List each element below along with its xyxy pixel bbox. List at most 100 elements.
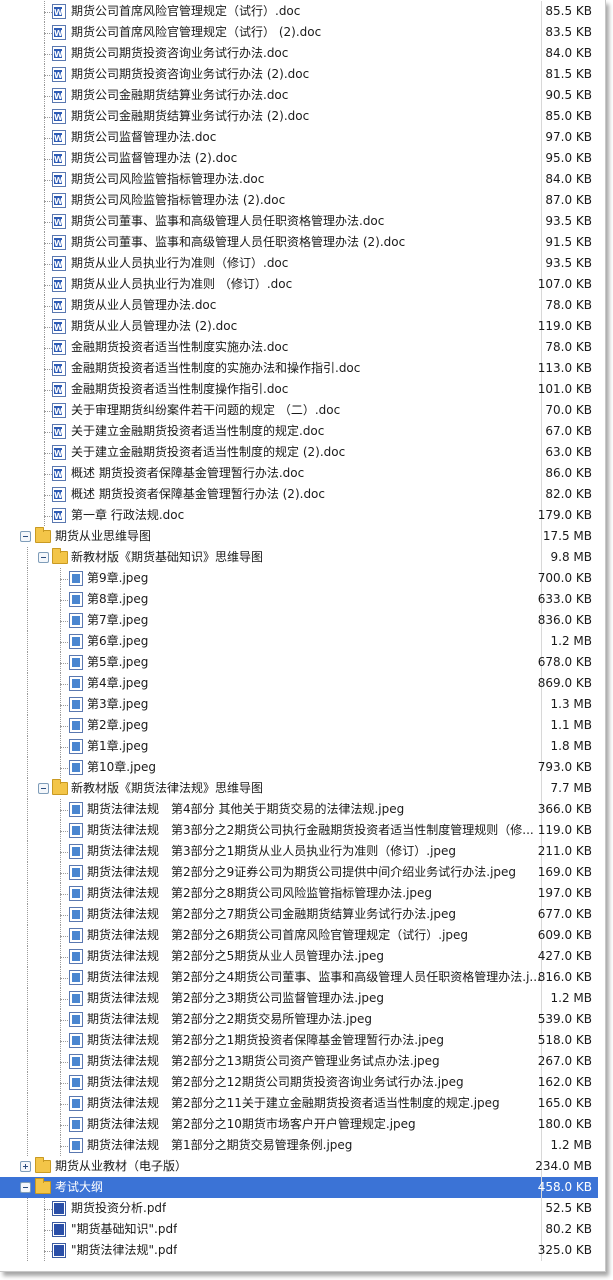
tree-folder-row[interactable]: 新教材版《期货基础知识》思维导图 9.8 MB <box>0 547 598 568</box>
tree-file-row[interactable]: 第一章 行政法规.doc 179.0 KB <box>0 505 598 527</box>
item-size: 107.0 KB <box>537 277 592 291</box>
tree-file-row[interactable]: 期货公司期货投资咨询业务试行办法 (2).doc 81.5 KB <box>0 64 598 86</box>
tree-guide-line <box>44 138 52 139</box>
tree-guide-line <box>60 579 68 580</box>
tree-file-row[interactable]: 期货法律法规 第2部分之4期货公司董事、监事和高级管理人员任职资格管理办法.j.… <box>0 967 598 988</box>
tree-guide-line <box>27 568 28 589</box>
tree-guide-line <box>60 642 68 643</box>
tree-file-row[interactable]: 期货从业人员执业行为准则 （修订）.doc 107.0 KB <box>0 274 598 296</box>
tree-file-row[interactable]: 概述 期货投资者保障基金管理暂行办法.doc 86.0 KB <box>0 463 598 485</box>
tree-guide-line <box>44 1240 45 1261</box>
column-separator <box>541 232 542 253</box>
tree-file-row[interactable]: 期货法律法规 第2部分之6期货公司首席风险官管理规定（试行）.jpeg 609.0… <box>0 925 598 946</box>
tree-file-row[interactable]: 期货公司风险监管指标管理办法.doc 84.0 KB <box>0 169 598 191</box>
item-size: 197.0 KB <box>537 886 592 900</box>
tree-file-row[interactable]: 关于建立金融期货投资者适当性制度的规定 (2).doc 63.0 KB <box>0 442 598 464</box>
item-size: 84.0 KB <box>545 172 592 186</box>
item-size: 427.0 KB <box>537 949 592 963</box>
tree-folder-row[interactable]: 新教材版《期货法律法规》思维导图 7.7 MB <box>0 778 598 799</box>
item-name: 关于建立金融期货投资者适当性制度的规定.doc <box>71 424 325 438</box>
tree-file-row[interactable]: 期货公司监督管理办法 (2).doc 95.0 KB <box>0 148 598 170</box>
column-separator <box>541 148 542 169</box>
item-name: 期货公司首席风险官管理规定（试行）.doc <box>71 4 301 18</box>
item-size: 82.0 KB <box>545 487 592 501</box>
folder-icon <box>52 779 68 795</box>
tree-file-row[interactable]: 第5章.jpeg 678.0 KB <box>0 652 598 673</box>
tree-guide-line <box>44 1251 52 1252</box>
tree-file-row[interactable]: 金融期货投资者适当性制度实施办法.doc 78.0 KB <box>0 337 598 359</box>
tree-folder-row[interactable]: 考试大纲 458.0 KB <box>0 1177 598 1198</box>
tree-file-row[interactable]: 概述 期货投资者保障基金管理暂行办法 (2).doc 82.0 KB <box>0 484 598 506</box>
tree-file-row[interactable]: 期货法律法规 第2部分之2期货交易所管理办法.jpeg 539.0 KB <box>0 1009 598 1030</box>
tree-folder-row[interactable]: 期货从业思维导图 17.5 MB <box>0 526 598 547</box>
tree-file-row[interactable]: 期货从业人员管理办法.doc 78.0 KB <box>0 295 598 317</box>
tree-file-row[interactable]: 期货公司首席风险官管理规定（试行）.doc 85.5 KB <box>0 1 598 23</box>
tree-guide-line <box>27 1009 28 1030</box>
image-file-icon <box>69 697 83 712</box>
tree-file-row[interactable]: 关于建立金融期货投资者适当性制度的规定.doc 67.0 KB <box>0 421 598 443</box>
tree-file-row[interactable]: 期货投资分析.pdf 52.5 KB <box>0 1198 598 1219</box>
item-name: 第5章.jpeg <box>87 655 149 669</box>
item-name: 期货公司金融期货结算业务试行办法.doc <box>71 88 289 102</box>
item-size: 84.0 KB <box>545 46 592 60</box>
image-file-icon <box>69 571 83 586</box>
tree-file-row[interactable]: 期货法律法规 第2部分之7期货公司金融期货结算业务试行办法.jpeg 677.0 … <box>0 904 598 925</box>
tree-file-row[interactable]: 期货公司董事、监事和高级管理人员任职资格管理办法 (2).doc 91.5 KB <box>0 232 598 254</box>
tree-file-row[interactable]: "期货法律法规".pdf 325.0 KB <box>0 1240 598 1261</box>
tree-file-row[interactable]: 期货法律法规 第2部分之11关于建立金融期货投资者适当性制度的规定.jpeg 16… <box>0 1093 598 1114</box>
tree-file-row[interactable]: 期货法律法规 第4部分 其他关于期货交易的法律法规.jpeg 366.0 KB <box>0 799 598 820</box>
collapse-toggle-icon[interactable] <box>38 552 49 563</box>
tree-file-row[interactable]: 期货法律法规 第2部分之12期货公司期货投资咨询业务试行办法.jpeg 162.0… <box>0 1072 598 1093</box>
tree-file-row[interactable]: 金融期货投资者适当性制度的实施办法和操作指引.doc 113.0 KB <box>0 358 598 380</box>
file-tree: 期货公司首席风险官管理规定（试行）.doc85.5 KB期货公司首席风险官管理规… <box>0 1 598 1261</box>
tree-file-row[interactable]: "期货基础知识".pdf 80.2 KB <box>0 1219 598 1240</box>
collapse-toggle-icon[interactable] <box>20 1182 31 1193</box>
tree-file-row[interactable]: 期货公司董事、监事和高级管理人员任职资格管理办法.doc 93.5 KB <box>0 211 598 233</box>
tree-file-row[interactable]: 第2章.jpeg 1.1 MB <box>0 715 598 736</box>
tree-file-row[interactable]: 期货公司金融期货结算业务试行办法 (2).doc 85.0 KB <box>0 106 598 128</box>
tree-file-row[interactable]: 第8章.jpeg 633.0 KB <box>0 589 598 610</box>
tree-file-row[interactable]: 第1章.jpeg 1.8 MB <box>0 736 598 757</box>
tree-guide-line <box>27 1093 28 1114</box>
tree-file-row[interactable]: 第7章.jpeg 836.0 KB <box>0 610 598 631</box>
tree-file-row[interactable]: 期货公司金融期货结算业务试行办法.doc 90.5 KB <box>0 85 598 107</box>
folder-icon <box>35 527 51 543</box>
tree-file-row[interactable]: 期货从业人员执业行为准则（修订）.doc 93.5 KB <box>0 253 598 275</box>
item-size: 677.0 KB <box>537 907 592 921</box>
item-size: 869.0 KB <box>537 676 592 690</box>
tree-file-row[interactable]: 期货法律法规 第2部分之10期货市场客户开户管理规定.jpeg 180.0 KB <box>0 1114 598 1135</box>
item-name: 期货法律法规 第2部分之9证券公司为期货公司提供中间介绍业务试行办法.jpeg <box>87 865 517 879</box>
tree-file-row[interactable]: 第6章.jpeg 1.2 MB <box>0 631 598 652</box>
collapse-toggle-icon[interactable] <box>20 531 31 542</box>
item-size: 95.0 KB <box>545 151 592 165</box>
tree-file-row[interactable]: 期货法律法规 第3部分之2期货公司执行金融期货投资者适当性制度管理规则（修...… <box>0 820 598 841</box>
tree-file-row[interactable]: 期货公司风险监管指标管理办法 (2).doc 87.0 KB <box>0 190 598 212</box>
column-separator <box>541 694 542 715</box>
tree-file-row[interactable]: 期货法律法规 第2部分之8期货公司风险监管指标管理办法.jpeg 197.0 KB <box>0 883 598 904</box>
tree-file-row[interactable]: 期货法律法规 第2部分之13期货公司资产管理业务试点办法.jpeg 267.0 K… <box>0 1051 598 1072</box>
tree-file-row[interactable]: 第3章.jpeg 1.3 MB <box>0 694 598 715</box>
tree-file-row[interactable]: 期货法律法规 第2部分之1期货投资者保障基金管理暂行办法.jpeg 518.0 K… <box>0 1030 598 1051</box>
tree-file-row[interactable]: 期货公司监督管理办法.doc 97.0 KB <box>0 127 598 149</box>
tree-file-row[interactable]: 期货公司期货投资咨询业务试行办法.doc 84.0 KB <box>0 43 598 65</box>
tree-guide-line <box>44 96 52 97</box>
expand-toggle-icon[interactable] <box>20 1161 31 1172</box>
tree-file-row[interactable]: 金融期货投资者适当性制度操作指引.doc 101.0 KB <box>0 379 598 401</box>
tree-file-row[interactable]: 关于审理期货纠纷案件若干问题的规定 （二）.doc 70.0 KB <box>0 400 598 422</box>
image-file-icon <box>69 1096 83 1111</box>
collapse-toggle-icon[interactable] <box>38 783 49 794</box>
tree-file-row[interactable]: 第9章.jpeg 700.0 KB <box>0 568 598 589</box>
tree-file-row[interactable]: 第4章.jpeg 869.0 KB <box>0 673 598 694</box>
tree-file-row[interactable]: 期货法律法规 第3部分之1期货从业人员执业行为准则（修订）.jpeg 211.0 … <box>0 841 598 862</box>
tree-guide-line <box>44 495 52 496</box>
tree-file-row[interactable]: 期货法律法规 第2部分之9证券公司为期货公司提供中间介绍业务试行办法.jpeg 1… <box>0 862 598 883</box>
tree-folder-row[interactable]: 期货从业教材（电子版） 234.0 MB <box>0 1156 598 1177</box>
tree-file-row[interactable]: 期货法律法规 第2部分之5期货从业人员管理办法.jpeg 427.0 KB <box>0 946 598 967</box>
tree-file-row[interactable]: 期货法律法规 第2部分之3期货公司监督管理办法.jpeg 1.2 MB <box>0 988 598 1009</box>
tree-file-row[interactable]: 期货法律法规 第1部分之期货交易管理条例.jpeg 1.2 MB <box>0 1135 598 1156</box>
tree-file-row[interactable]: 期货从业人员管理办法 (2).doc 119.0 KB <box>0 316 598 338</box>
tree-file-row[interactable]: 第10章.jpeg 793.0 KB <box>0 757 598 778</box>
column-separator <box>541 715 542 736</box>
item-name: 第10章.jpeg <box>87 760 157 774</box>
tree-file-row[interactable]: 期货公司首席风险官管理规定（试行） (2).doc 83.5 KB <box>0 22 598 44</box>
